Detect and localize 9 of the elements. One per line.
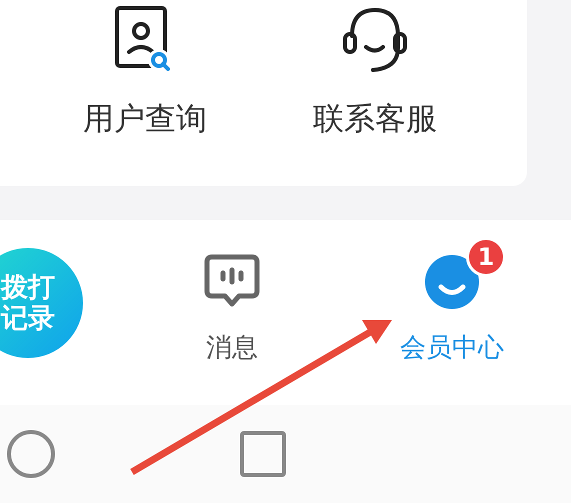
shortcut-label[interactable]: 联系客服 — [313, 98, 437, 140]
tab[interactable]: 1 会员中心 — [392, 220, 512, 365]
chat-bubble-icon — [204, 254, 260, 308]
home-icon[interactable] — [7, 430, 55, 478]
recents-icon[interactable] — [240, 431, 286, 477]
notification-badge: 1 — [466, 237, 506, 277]
tab[interactable]: 消息 — [172, 220, 292, 365]
smiley-icon — [424, 254, 480, 310]
shortcut-label[interactable]: 用户查询 — [83, 98, 207, 140]
